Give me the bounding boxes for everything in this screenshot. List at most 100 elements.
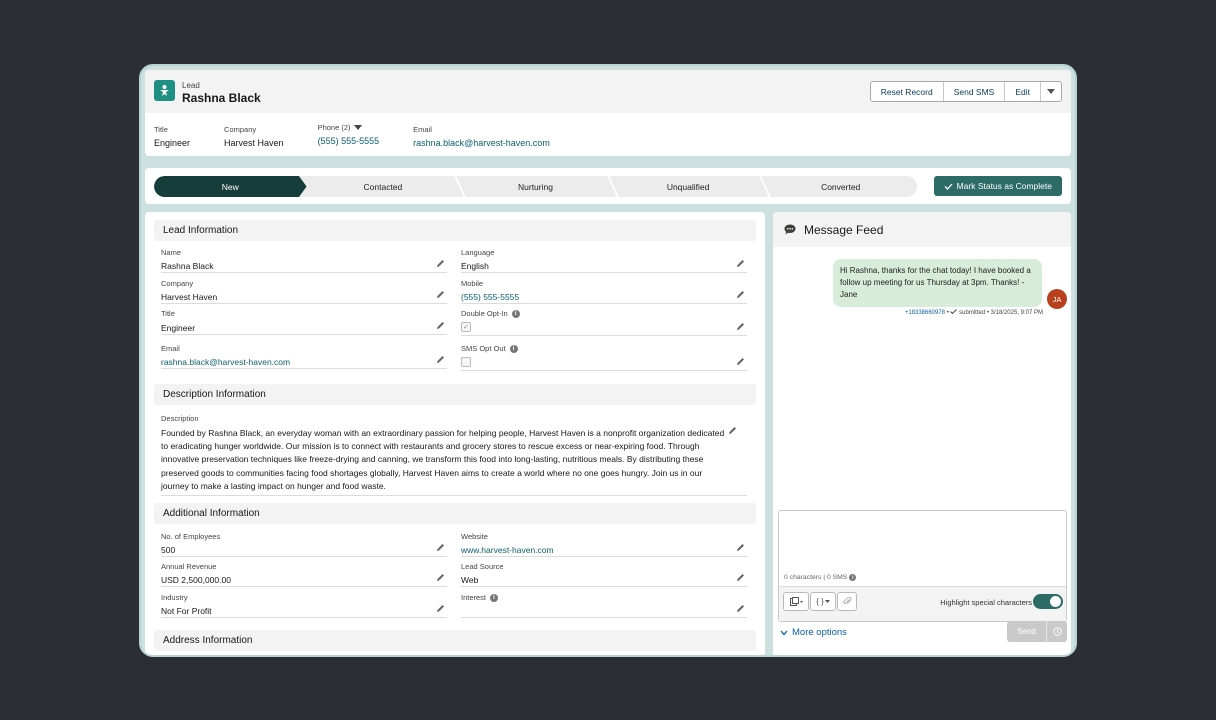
highlight-phone-value[interactable]: (555) 555-5555 — [318, 136, 380, 146]
chevron-down-icon — [780, 630, 788, 635]
path-step-contacted-label: Contacted — [363, 181, 403, 192]
highlight-phone-label[interactable]: Phone (2) — [318, 123, 351, 132]
path-step-unqualified-label: Unqualified — [666, 181, 710, 192]
status-path: New Contacted Nurturing Unqualified Conv… — [154, 176, 917, 197]
record-header-top: Lead Rashna Black Reset Record Send SMS … — [145, 70, 1071, 113]
double-opt-in-checkbox[interactable]: ✓ — [461, 322, 471, 332]
more-options-link[interactable]: More options — [780, 627, 847, 638]
path-step-unqualified[interactable]: Unqualified — [612, 176, 772, 197]
info-icon[interactable]: i — [490, 593, 499, 602]
field-website-value[interactable]: www.harvest-haven.com — [461, 545, 747, 556]
send-button[interactable]: Send — [1007, 621, 1047, 642]
edit-pencil-icon[interactable] — [436, 543, 445, 552]
field-mobile: Mobile (555) 555-5555 — [461, 279, 747, 304]
sms-opt-out-checkbox[interactable] — [461, 357, 471, 367]
character-counter-text: 0 characters | 0 SMS — [784, 574, 848, 581]
highlight-email-label: Email — [413, 125, 432, 134]
field-employees: No. of Employees 500 — [161, 532, 447, 557]
template-icon — [789, 597, 803, 606]
edit-pencil-icon[interactable] — [436, 259, 445, 268]
reset-record-button[interactable]: Reset Record — [871, 82, 944, 101]
section-additional-information[interactable]: Additional Information — [154, 503, 756, 524]
edit-button[interactable]: Edit — [1005, 82, 1041, 101]
highlight-fields: Title Engineer Company Harvest Haven Pho… — [154, 123, 584, 148]
edit-pencil-icon[interactable] — [736, 604, 745, 613]
field-description-value: Founded by Rashna Black, an everyday wom… — [161, 428, 725, 491]
schedule-button[interactable] — [1047, 621, 1067, 642]
field-title-value: Engineer — [161, 323, 196, 333]
field-name-label: Name — [161, 248, 182, 257]
section-lead-information[interactable]: Lead Information — [154, 220, 756, 241]
message-meta-phone[interactable]: +18338660978 — [905, 310, 945, 316]
highlight-email: Email rashna.black@harvest-haven.com — [413, 125, 550, 148]
edit-pencil-icon[interactable] — [436, 604, 445, 613]
field-website-label: Website — [461, 532, 488, 541]
field-lead-source: Lead Source Web — [461, 562, 747, 587]
caret-down-icon[interactable] — [353, 125, 362, 130]
more-actions-button[interactable] — [1041, 82, 1061, 101]
info-icon[interactable]: i — [509, 344, 518, 353]
attach-button[interactable] — [837, 592, 857, 611]
info-icon[interactable]: i — [849, 574, 857, 581]
edit-pencil-icon[interactable] — [736, 322, 745, 331]
record-detail-panel[interactable]: Lead Information Name Rashna Black Langu… — [145, 212, 765, 655]
send-sms-button[interactable]: Send SMS — [944, 82, 1006, 101]
field-industry-value: Not For Profit — [161, 606, 212, 616]
edit-pencil-icon[interactable] — [436, 290, 445, 299]
highlight-company-value: Harvest Haven — [224, 138, 284, 148]
edit-pencil-icon[interactable] — [436, 321, 445, 330]
message-bubble: Hi Rashna, thanks for the chat today! I … — [833, 259, 1042, 307]
highlight-company-label: Company — [224, 125, 257, 134]
field-company-label: Company — [161, 279, 194, 288]
field-email-value[interactable]: rashna.black@harvest-haven.com — [161, 357, 447, 368]
field-sms-opt-out: SMS Opt Out i — [461, 344, 747, 371]
edit-pencil-icon[interactable] — [736, 259, 745, 268]
highlight-company: Company Harvest Haven — [224, 125, 284, 148]
highlight-email-value[interactable]: rashna.black@harvest-haven.com — [413, 138, 550, 148]
more-options-label: More options — [792, 627, 847, 638]
character-counter: 0 characters | 0 SMS i — [784, 574, 857, 581]
record-name: Rashna Black — [182, 91, 261, 105]
path-step-new[interactable]: New — [154, 176, 307, 197]
message-meta: +18338660978 • submitted • 3/18/2025, 9:… — [905, 309, 1043, 316]
edit-pencil-icon[interactable] — [736, 573, 745, 582]
field-title: Title Engineer — [161, 309, 447, 335]
field-lead-source-label: Lead Source — [461, 562, 504, 571]
highlight-special-characters-toggle[interactable] — [1033, 594, 1063, 609]
message-composer[interactable]: 0 characters | 0 SMS i { } Highlight spe… — [778, 510, 1067, 622]
field-email-label: Email — [161, 344, 180, 353]
field-language: Language English — [461, 248, 747, 273]
field-mobile-value[interactable]: (555) 555-5555 — [461, 292, 747, 303]
insert-template-button[interactable] — [783, 592, 809, 611]
mark-status-complete-button[interactable]: Mark Status as Complete — [933, 176, 1062, 196]
message-meta-status: submitted — [959, 310, 986, 316]
section-address-information[interactable]: Address Information — [154, 630, 756, 651]
edit-pencil-icon[interactable] — [736, 543, 745, 552]
info-icon[interactable]: i — [511, 309, 520, 318]
field-description: Description Founded by Rashna Black, an … — [161, 414, 747, 497]
section-description-information[interactable]: Description Information — [154, 384, 756, 405]
app-window: Lead Rashna Black Reset Record Send SMS … — [139, 64, 1077, 657]
edit-pencil-icon[interactable] — [736, 357, 745, 366]
field-interest-value — [461, 606, 747, 617]
edit-pencil-icon[interactable] — [436, 573, 445, 582]
field-industry-label: Industry — [161, 593, 188, 602]
mark-status-complete-label: Mark Status as Complete — [956, 181, 1052, 191]
highlight-title-label: Title — [154, 125, 168, 134]
send-button-group: Send — [1007, 621, 1067, 642]
field-title-label: Title — [161, 309, 175, 318]
merge-field-button[interactable]: { } — [810, 592, 836, 611]
path-step-nurturing[interactable]: Nurturing — [459, 176, 619, 197]
edit-pencil-icon[interactable] — [436, 355, 445, 364]
clock-icon — [1052, 627, 1062, 636]
field-name: Name Rashna Black — [161, 248, 447, 273]
edit-pencil-icon[interactable] — [728, 426, 737, 435]
message-feed-header: Message Feed — [773, 212, 1071, 247]
check-icon — [950, 309, 958, 315]
edit-pencil-icon[interactable] — [736, 290, 745, 299]
path-step-converted[interactable]: Converted — [764, 176, 917, 197]
path-step-contacted[interactable]: Contacted — [307, 176, 467, 197]
field-annual-revenue-value: USD 2,500,000.00 — [161, 575, 231, 585]
status-path-card: New Contacted Nurturing Unqualified Conv… — [145, 168, 1071, 204]
chevron-down-icon — [824, 600, 830, 603]
